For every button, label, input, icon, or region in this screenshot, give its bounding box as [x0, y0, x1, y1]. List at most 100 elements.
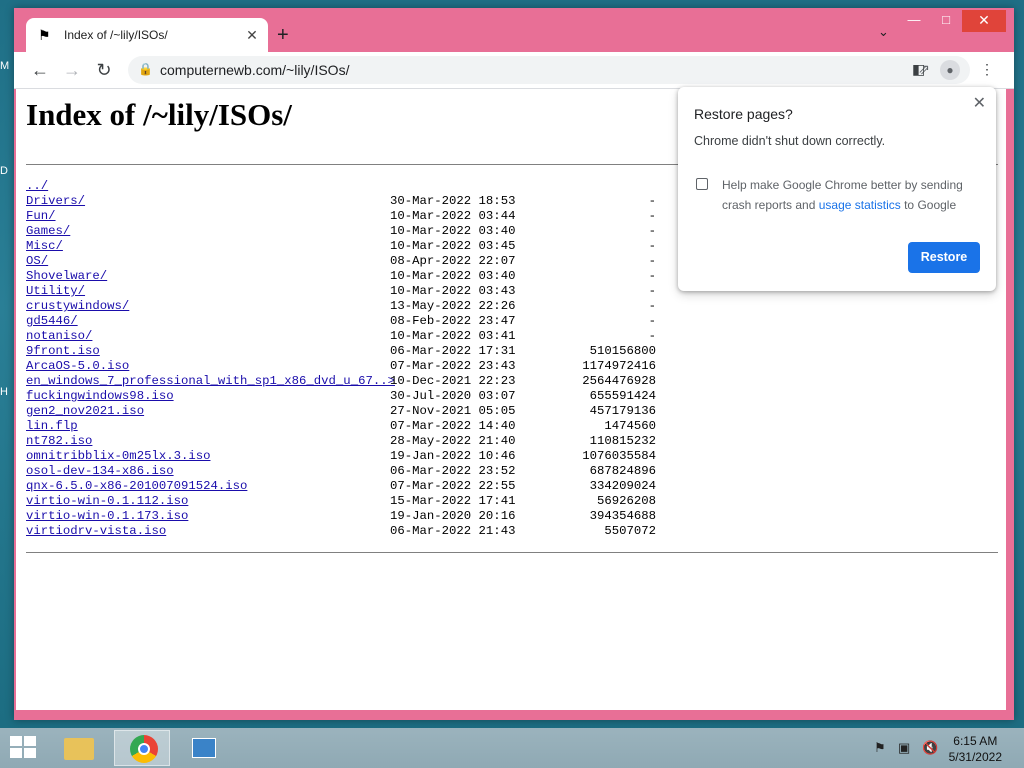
page-heading: Index of /~lily/ISOs/: [26, 97, 292, 132]
entry-link[interactable]: virtio-win-0.1.173.iso: [26, 509, 188, 524]
entry-link[interactable]: crustywindows/: [26, 299, 129, 314]
desktop-edge-letter-h: H: [0, 386, 8, 398]
dialog-title: Restore pages?: [694, 106, 793, 122]
entry-link[interactable]: qnx-6.5.0-x86-201007091524.iso: [26, 479, 247, 494]
new-tab-button[interactable]: +: [277, 25, 289, 45]
entry-date: 07-Mar-2022 14:40: [390, 419, 516, 433]
chrome-taskbar-button[interactable]: [114, 730, 170, 766]
usage-stats-checkbox[interactable]: [696, 178, 708, 190]
entry-link[interactable]: Fun/: [26, 209, 56, 224]
restore-button[interactable]: Restore: [908, 242, 980, 273]
entry-link[interactable]: notaniso/: [26, 329, 92, 344]
entry-date: 10-Mar-2022 03:40: [390, 224, 516, 238]
folder-icon: [64, 738, 94, 760]
entry-link[interactable]: gd5446/: [26, 314, 78, 329]
close-window-button[interactable]: ✕: [962, 10, 1006, 32]
entry-date: 19-Jan-2020 20:16: [390, 509, 516, 523]
chrome-menu-icon[interactable]: ⋮: [980, 61, 994, 78]
window-controls: — □ ✕: [898, 10, 1006, 32]
network-app-taskbar-button[interactable]: [174, 730, 230, 766]
entry-date: 07-Mar-2022 22:55: [390, 479, 516, 493]
browser-toolbar: ← → ↻ 🔒 computernewb.com/~lily/ISOs/ ⇗ ☆…: [14, 52, 1014, 89]
entry-size: 1076035584: [582, 449, 656, 463]
usage-statistics-link[interactable]: usage statistics: [819, 198, 901, 212]
entry-date: 13-May-2022 22:26: [390, 299, 516, 313]
maximize-button[interactable]: □: [930, 10, 962, 32]
entry-link[interactable]: fuckingwindows98.iso: [26, 389, 174, 404]
entry-size: -: [648, 254, 656, 268]
network-icon[interactable]: ▣: [898, 740, 910, 756]
entry-size: -: [648, 299, 656, 313]
entry-link[interactable]: Drivers/: [26, 194, 85, 209]
entry-date: 19-Jan-2022 10:46: [390, 449, 516, 463]
entry-date: 08-Feb-2022 23:47: [390, 314, 516, 328]
entry-link[interactable]: virtio-win-0.1.112.iso: [26, 494, 188, 509]
entry-size: -: [648, 314, 656, 328]
entry-date: 10-Dec-2021 22:23: [390, 374, 516, 388]
entry-date: 10-Mar-2022 03:41: [390, 329, 516, 343]
system-clock[interactable]: 6:15 AM 5/31/2022: [949, 733, 1002, 765]
entry-link[interactable]: ArcaOS-5.0.iso: [26, 359, 129, 374]
entry-link[interactable]: Misc/: [26, 239, 63, 254]
entry-link[interactable]: virtiodrv-vista.iso: [26, 524, 166, 539]
entry-link[interactable]: osol-dev-134-x86.iso: [26, 464, 174, 479]
url-text[interactable]: computernewb.com/~lily/ISOs/: [160, 62, 349, 78]
entry-size: 110815232: [589, 434, 656, 448]
entry-date: 06-Mar-2022 21:43: [390, 524, 516, 538]
entry-date: 07-Mar-2022 23:43: [390, 359, 516, 373]
reload-icon[interactable]: ↻: [92, 58, 116, 82]
desktop-edge-letter-m: M: [0, 60, 10, 72]
entry-size: 5507072: [604, 524, 656, 538]
entry-link[interactable]: Shovelware/: [26, 269, 107, 284]
file-explorer-taskbar-button[interactable]: [56, 730, 112, 766]
entry-size: 457179136: [589, 404, 656, 418]
profile-avatar-icon[interactable]: ●: [940, 60, 960, 80]
lock-icon[interactable]: 🔒: [138, 62, 153, 76]
side-panel-icon[interactable]: ◧: [912, 61, 925, 78]
entry-link[interactable]: lin.flp: [26, 419, 78, 434]
entry-size: 394354688: [589, 509, 656, 523]
entry-link[interactable]: Utility/: [26, 284, 85, 299]
entry-size: -: [648, 269, 656, 283]
entry-date: 10-Mar-2022 03:40: [390, 269, 516, 283]
back-arrow-icon[interactable]: ←: [28, 58, 52, 82]
clock-time: 6:15 AM: [953, 734, 998, 748]
entry-date: 06-Mar-2022 17:31: [390, 344, 516, 358]
dialog-message: Chrome didn't shut down correctly.: [694, 134, 886, 148]
entry-date: 28-May-2022 21:40: [390, 434, 516, 448]
entry-date: 10-Mar-2022 03:44: [390, 209, 516, 223]
browser-tab[interactable]: ⚑ Index of /~lily/ISOs/ ✕: [26, 18, 268, 52]
entry-link[interactable]: nt782.iso: [26, 434, 92, 449]
entry-date: 27-Nov-2021 05:05: [390, 404, 516, 418]
restore-pages-dialog: Restore pages? ✕ Chrome didn't shut down…: [678, 87, 996, 291]
entry-size: -: [648, 284, 656, 298]
action-center-flag-icon[interactable]: ⚑: [874, 740, 886, 756]
entry-link[interactable]: OS/: [26, 254, 48, 269]
dialog-close-icon[interactable]: ✕: [973, 93, 986, 113]
entry-size: -: [648, 329, 656, 343]
favicon-icon: ⚑: [38, 27, 51, 43]
network-app-icon: [192, 738, 216, 758]
entry-link[interactable]: gen2_nov2021.iso: [26, 404, 144, 419]
address-bar[interactable]: 🔒 computernewb.com/~lily/ISOs/ ⇗ ☆: [128, 56, 970, 84]
volume-muted-icon[interactable]: 🔇: [922, 740, 938, 756]
bottom-divider: [26, 552, 998, 553]
tab-close-icon[interactable]: ✕: [242, 27, 262, 44]
entry-link[interactable]: en_windows_7_professional_with_sp1_x86_d…: [26, 374, 395, 389]
entry-link[interactable]: Games/: [26, 224, 70, 239]
entry-size: 334209024: [589, 479, 656, 493]
entry-date: 10-Mar-2022 03:43: [390, 284, 516, 298]
start-windows-icon[interactable]: [10, 736, 38, 760]
entry-link[interactable]: 9front.iso: [26, 344, 100, 359]
entry-link[interactable]: omnitribblix-0m25lx.3.iso: [26, 449, 210, 464]
clock-date: 5/31/2022: [948, 750, 1002, 764]
minimize-button[interactable]: —: [898, 10, 930, 32]
entry-date: 06-Mar-2022 23:52: [390, 464, 516, 478]
entry-size: 1174972416: [582, 359, 656, 373]
title-bar: ⚑ Index of /~lily/ISOs/ ✕ + ⌄ — □ ✕: [14, 8, 1014, 52]
entry-date: 15-Mar-2022 17:41: [390, 494, 516, 508]
tab-search-chevron-icon[interactable]: ⌄: [878, 24, 889, 40]
entry-date: 08-Apr-2022 22:07: [390, 254, 516, 268]
entry-link[interactable]: ../: [26, 179, 48, 194]
forward-arrow-icon[interactable]: →: [60, 58, 84, 82]
